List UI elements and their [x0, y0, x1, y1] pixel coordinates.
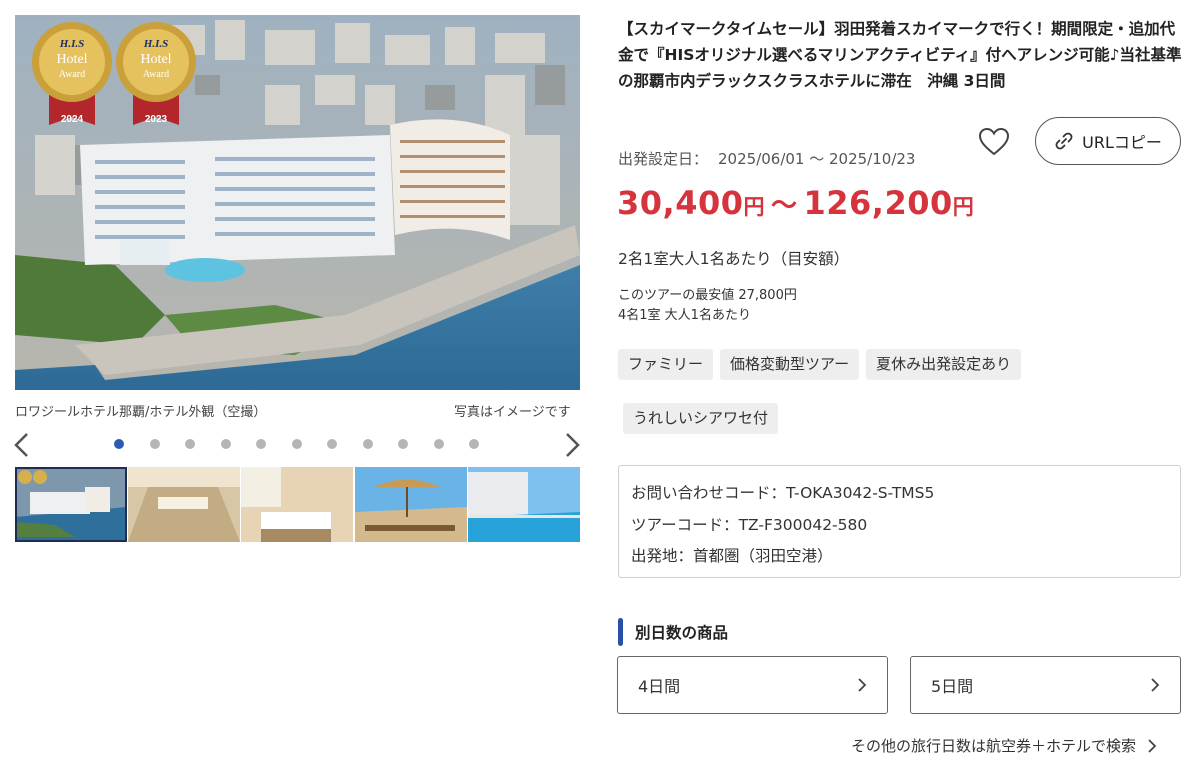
award-brand: H.I.S	[59, 38, 84, 50]
option-4-days-button[interactable]: 4日間	[617, 656, 888, 714]
hotel-award-2023-badge: H.I.S Hotel Award 2023	[116, 22, 196, 125]
option-label: 4日間	[638, 677, 681, 696]
thumbnail-guest-room[interactable]	[241, 467, 354, 542]
chevron-right-icon	[1148, 738, 1157, 753]
gallery-dot[interactable]	[362, 439, 373, 449]
gallery-dot[interactable]	[185, 439, 195, 449]
tag-happiness-bonus: うれしいシアワセ付	[623, 403, 779, 434]
lowest-price: このツアーの最安値 27,800円	[618, 288, 797, 303]
gallery-dot[interactable]	[433, 439, 444, 449]
hotel-award-2024-badge: H.I.S Hotel Award 2024	[32, 22, 112, 125]
section-title-text: 別日数の商品	[635, 624, 729, 642]
option-5-days-button[interactable]: 5日間	[910, 656, 1181, 714]
heart-icon[interactable]	[977, 126, 1011, 158]
search-other-days-label: その他の旅行日数は航空券＋ホテルで検索	[851, 737, 1137, 755]
inquiry-code: お問い合わせコード：T-OKA3042-S-TMS5	[631, 484, 935, 502]
photo-caption: ロワジールホテル那覇/ホテル外観（空撮）	[15, 405, 267, 420]
chevron-right-icon	[858, 678, 867, 692]
option-label: 5日間	[931, 677, 974, 696]
thumbnail-pool-deck[interactable]	[354, 467, 467, 542]
price-min: 30,400	[617, 184, 744, 222]
tour-codes-box: お問い合わせコード：T-OKA3042-S-TMS5 ツアーコード：TZ-F30…	[618, 465, 1181, 578]
tour-tags: ファミリー 価格変動型ツアー 夏休み出発設定あり うれしいシアワセ付	[618, 349, 1068, 434]
gallery-dot[interactable]	[398, 439, 408, 449]
price-max: 126,200	[803, 184, 953, 222]
lowest-price-info: このツアーの最安値 27,800円 4名1室 大人1名あたり	[618, 286, 797, 326]
award-name-1: Hotel	[140, 52, 171, 67]
price-unit: 円	[952, 195, 975, 219]
link-icon	[1055, 132, 1073, 150]
award-year: 2024	[61, 114, 84, 125]
tour-title: 【スカイマークタイムセール】羽田発着スカイマークで行く！期間限定・追加代金で『H…	[618, 20, 1182, 90]
gallery-dot[interactable]	[291, 439, 302, 449]
price-unit: 円	[743, 195, 765, 219]
award-brand: H.I.S	[143, 38, 168, 50]
departure-period-label: 出発設定日：	[618, 150, 709, 168]
award-year: 2023	[145, 114, 168, 125]
thumbnail-infinity-pool[interactable]	[467, 467, 580, 542]
url-copy-button[interactable]: URLコピー	[1035, 117, 1181, 165]
gallery-dot[interactable]	[469, 439, 479, 449]
award-name-1: Hotel	[56, 52, 87, 67]
gallery-dot[interactable]	[256, 439, 266, 449]
thumbnail-lobby[interactable]	[128, 467, 241, 542]
gallery-dot[interactable]	[114, 439, 124, 449]
thumbnail-strip	[15, 467, 580, 542]
tag-family: ファミリー	[618, 349, 714, 380]
url-copy-label: URLコピー	[1082, 133, 1162, 152]
photo-disclaimer: 写真はイメージです	[454, 405, 571, 420]
thumbnail-hotel-exterior[interactable]	[15, 467, 128, 542]
gallery-dot[interactable]	[149, 439, 160, 449]
section-accent-bar	[618, 618, 623, 646]
award-name-2: Award	[143, 69, 169, 80]
price-basis: 2名1室大人1名あたり（目安額）	[618, 250, 850, 268]
price-range: 30,400円〜 126,200円	[617, 184, 974, 222]
gallery-dot[interactable]	[220, 439, 231, 449]
departure-period: 出発設定日： 2025/06/01 〜 2025/10/23	[618, 148, 915, 169]
lowest-price-basis: 4名1室 大人1名あたり	[618, 308, 751, 323]
tour-code: ツアーコード：TZ-F300042-580	[631, 515, 868, 534]
other-days-section-title: 別日数の商品	[618, 618, 728, 646]
award-name-2: Award	[59, 69, 85, 80]
chevron-right-icon	[1151, 678, 1160, 692]
tag-dynamic-pricing: 価格変動型ツアー	[720, 349, 860, 380]
chevron-right-icon[interactable]	[561, 432, 583, 458]
departure-place: 出発地：首都圏（羽田空港）	[631, 547, 833, 565]
chevron-left-icon[interactable]	[11, 432, 33, 458]
tag-summer-departure: 夏休み出発設定あり	[866, 349, 1022, 380]
main-hotel-photo[interactable]: H.I.S Hotel Award 2024 H.I.S Hotel Award…	[15, 15, 580, 390]
gallery-dot[interactable]	[327, 439, 337, 449]
search-other-days-link[interactable]: その他の旅行日数は航空券＋ホテルで検索	[851, 735, 1158, 756]
gallery-pagination	[114, 439, 479, 449]
price-separator: 〜	[770, 191, 798, 221]
departure-period-value: 2025/06/01 〜 2025/10/23	[718, 150, 916, 168]
